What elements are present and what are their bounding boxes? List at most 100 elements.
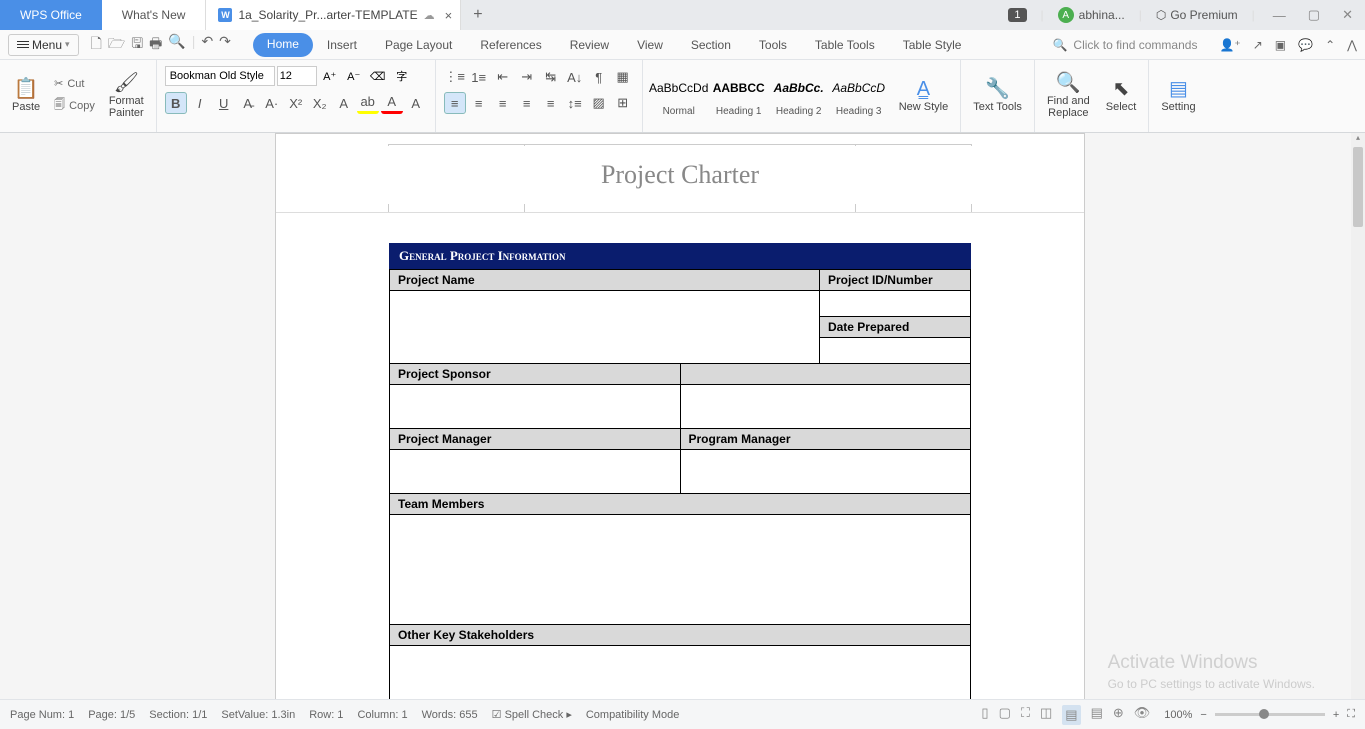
select-button[interactable]: ⬉ Select: [1100, 77, 1143, 115]
status-row[interactable]: Row: 1: [309, 709, 343, 721]
tab-home[interactable]: Home: [253, 33, 313, 57]
char-shading-icon[interactable]: A: [405, 92, 427, 114]
go-premium-button[interactable]: ⬡ Go Premium: [1156, 8, 1238, 22]
tab-close-button[interactable]: ×: [445, 8, 453, 23]
zoom-level[interactable]: 100%: [1164, 709, 1192, 721]
value-project-sponsor[interactable]: [390, 385, 681, 429]
status-section[interactable]: Section: 1/1: [149, 709, 207, 721]
value-project-manager[interactable]: [390, 450, 681, 494]
line-spacing-icon[interactable]: ↕≡: [564, 92, 586, 114]
wps-tab[interactable]: WPS Office: [0, 0, 102, 30]
italic-button[interactable]: I: [189, 92, 211, 114]
tab-review[interactable]: Review: [556, 33, 623, 57]
text-tools-button[interactable]: 🔧 Text Tools: [967, 77, 1028, 115]
sort-icon[interactable]: A↓: [564, 66, 586, 88]
outline-view-icon[interactable]: ▤: [1091, 705, 1103, 725]
open-icon[interactable]: 🗁: [108, 33, 125, 57]
value-project-id[interactable]: [819, 291, 970, 317]
decrease-indent-icon[interactable]: ⇤: [492, 66, 514, 88]
align-left-icon[interactable]: ≡: [444, 92, 466, 114]
bullet-list-icon[interactable]: ⋮≡: [444, 66, 466, 88]
settings-button[interactable]: ▤ Setting: [1155, 77, 1201, 115]
shrink-font-icon[interactable]: A⁻: [343, 66, 365, 86]
emphasis-button[interactable]: A·: [261, 92, 283, 114]
tab-table-tools[interactable]: Table Tools: [801, 33, 889, 57]
paragraph-mark-icon[interactable]: ¶: [588, 66, 610, 88]
minimize-button[interactable]: —: [1269, 8, 1290, 23]
redo-icon[interactable]: ↷: [219, 33, 231, 57]
tab-settings-icon[interactable]: ↹: [540, 66, 562, 88]
font-name-combo[interactable]: [165, 66, 275, 86]
page-view-icon[interactable]: ▤: [1062, 705, 1080, 725]
tab-page-layout[interactable]: Page Layout: [371, 33, 466, 57]
save-icon[interactable]: 🖫: [131, 33, 143, 57]
font-color-button[interactable]: A: [381, 92, 403, 114]
fullscreen-icon[interactable]: ⛶: [1021, 705, 1030, 725]
value-team-members[interactable]: [390, 515, 971, 625]
new-tab-button[interactable]: +: [461, 6, 494, 24]
tab-tools[interactable]: Tools: [745, 33, 801, 57]
strike-button[interactable]: A̵: [237, 92, 259, 114]
number-list-icon[interactable]: 1≡: [468, 66, 490, 88]
copy-button[interactable]: 🗐Copy: [50, 94, 99, 117]
document-tab[interactable]: W 1a_Solarity_Pr...arter-TEMPLATE ☁ ×: [206, 0, 461, 30]
collapse-ribbon-icon[interactable]: ⌃: [1325, 38, 1335, 52]
style-normal[interactable]: AaBbCcDdNormal: [649, 74, 709, 119]
new-style-button[interactable]: A͇ New Style: [893, 77, 955, 115]
align-justify-icon[interactable]: ≡: [516, 92, 538, 114]
tab-references[interactable]: References: [466, 33, 555, 57]
close-button[interactable]: ✕: [1338, 7, 1357, 23]
style-heading3[interactable]: AaBbCcDHeading 3: [829, 74, 889, 119]
status-setvalue[interactable]: SetValue: 1.3in: [221, 709, 295, 721]
phone-icon[interactable]: ▯: [981, 705, 988, 725]
eye-icon[interactable]: 👁: [1134, 705, 1151, 725]
maximize-button[interactable]: ▢: [1304, 7, 1324, 23]
document-area[interactable]: Project Charter General Project Informat…: [0, 133, 1351, 699]
status-page-num[interactable]: Page Num: 1: [10, 709, 74, 721]
scroll-up-icon[interactable]: ▴: [1351, 133, 1365, 147]
grow-font-icon[interactable]: A⁺: [319, 66, 341, 86]
vertical-scrollbar[interactable]: ▴: [1351, 133, 1365, 699]
style-gallery[interactable]: AaBbCcDdNormal AABBCCHeading 1 AaBbCc.He…: [649, 74, 889, 119]
status-column[interactable]: Column: 1: [357, 709, 407, 721]
chat-icon[interactable]: 💬: [1298, 38, 1313, 52]
print-icon[interactable]: 🖶: [149, 33, 162, 57]
new-icon[interactable]: 🗋: [91, 33, 102, 57]
undo-icon[interactable]: ↶: [201, 33, 213, 57]
tab-table-style[interactable]: Table Style: [889, 33, 976, 57]
highlight-button[interactable]: ab: [357, 92, 379, 114]
bold-button[interactable]: B: [165, 92, 187, 114]
cut-button[interactable]: ✂Cut: [50, 75, 99, 92]
underline-button[interactable]: U: [213, 92, 235, 114]
status-words[interactable]: Words: 655: [422, 709, 478, 721]
page[interactable]: Project Charter General Project Informat…: [275, 133, 1085, 699]
tab-view[interactable]: View: [623, 33, 677, 57]
export-icon[interactable]: ↗: [1253, 38, 1263, 52]
tablet-icon[interactable]: ▢: [999, 705, 1011, 725]
paste-button[interactable]: 📋 Paste: [6, 77, 46, 115]
more-icon[interactable]: ⋀: [1347, 38, 1357, 52]
status-page[interactable]: Page: 1/5: [88, 709, 135, 721]
superscript-button[interactable]: X²: [285, 92, 307, 114]
font-size-combo[interactable]: [277, 66, 317, 86]
find-commands[interactable]: 🔍 Click to find commands: [1052, 38, 1197, 52]
clear-format-icon[interactable]: ⌫: [367, 66, 389, 86]
user-menu[interactable]: A abhina...: [1058, 7, 1125, 23]
shading-icon[interactable]: ▨: [588, 92, 610, 114]
web-view-icon[interactable]: ⊕: [1113, 705, 1124, 725]
borders-icon[interactable]: ⊞: [612, 92, 634, 114]
format-painter-button[interactable]: 🖌 Format Painter: [103, 71, 150, 121]
value-project-name[interactable]: [390, 291, 820, 364]
style-heading1[interactable]: AABBCCHeading 1: [709, 74, 769, 119]
phonetic-icon[interactable]: 字: [391, 66, 413, 86]
zoom-slider[interactable]: [1215, 713, 1325, 716]
align-center-icon[interactable]: ≡: [468, 92, 490, 114]
compatibility-mode[interactable]: Compatibility Mode: [586, 709, 680, 721]
increase-indent-icon[interactable]: ⇥: [516, 66, 538, 88]
whats-new-tab[interactable]: What's New: [102, 0, 207, 30]
print-preview-icon[interactable]: 🔍: [168, 33, 185, 57]
zoom-out-button[interactable]: −: [1200, 709, 1206, 721]
tab-insert[interactable]: Insert: [313, 33, 371, 57]
fit-button[interactable]: ⛶: [1347, 708, 1355, 721]
value-stakeholders[interactable]: [390, 646, 971, 700]
